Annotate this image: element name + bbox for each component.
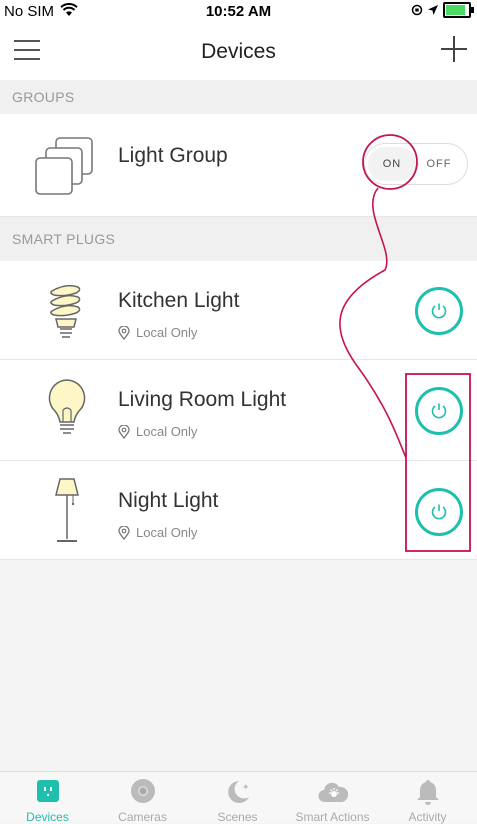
power-icon: [431, 504, 447, 520]
tab-smart-actions[interactable]: Smart Actions: [285, 772, 380, 824]
tab-bar: Devices Cameras ✦ Scenes Smart Actions A…: [0, 771, 477, 824]
device-row-living-room-light[interactable]: Living Room Light Local Only: [0, 360, 477, 461]
section-header-groups: GROUPS: [0, 80, 477, 114]
device-location-label: Local Only: [136, 424, 198, 439]
section-header-smart-plugs: SMART PLUGS: [0, 217, 477, 261]
bulb-icon: [48, 379, 86, 434]
power-icon: [431, 303, 447, 319]
svg-text:✦: ✦: [242, 783, 250, 793]
group-name: Light Group: [118, 144, 228, 167]
location-pin-icon: [118, 424, 130, 439]
power-button-living-room-light[interactable]: [415, 387, 463, 435]
tab-activity[interactable]: Activity: [380, 772, 475, 824]
orientation-lock-icon: [411, 4, 423, 16]
device-name: Living Room Light: [118, 388, 287, 411]
device-name: Kitchen Light: [118, 289, 240, 312]
device-location-label: Local Only: [136, 325, 198, 340]
camera-icon: [131, 779, 155, 803]
cloud-icon: [318, 782, 348, 803]
status-time: 10:52 AM: [205, 3, 272, 20]
device-location: Local Only: [118, 424, 197, 439]
device-location-label: Local Only: [136, 525, 198, 540]
group-on-off-toggle[interactable]: ON OFF: [364, 143, 468, 185]
floor-lamp-icon: [55, 478, 79, 542]
plug-icon: [37, 780, 59, 802]
page-title: Devices: [201, 40, 276, 63]
status-bar: No SIM 10:52 AM: [0, 0, 477, 22]
tab-devices[interactable]: Devices: [0, 772, 95, 824]
group-icon: [35, 137, 93, 195]
location-arrow-icon: [428, 5, 438, 15]
device-location: Local Only: [118, 525, 197, 540]
device-name: Night Light: [118, 489, 219, 512]
location-pin-icon: [118, 525, 130, 540]
tab-scenes[interactable]: ✦ Scenes: [190, 772, 285, 824]
toggle-off-option[interactable]: OFF: [417, 147, 461, 181]
group-row-light-group[interactable]: Light Group ON OFF: [0, 114, 477, 217]
tab-cameras[interactable]: Cameras: [95, 772, 190, 824]
device-row-night-light[interactable]: Night Light Local Only: [0, 461, 477, 560]
power-button-kitchen-light[interactable]: [415, 287, 463, 335]
moon-icon: ✦: [228, 781, 250, 803]
power-icon: [431, 403, 447, 419]
device-location: Local Only: [118, 325, 197, 340]
battery-icon: [443, 2, 474, 18]
nav-bar: Devices: [0, 22, 477, 81]
power-button-night-light[interactable]: [415, 488, 463, 536]
bell-icon: [417, 780, 439, 805]
device-row-kitchen-light[interactable]: Kitchen Light Local Only: [0, 261, 477, 360]
location-pin-icon: [118, 325, 130, 340]
toggle-on-option[interactable]: ON: [368, 147, 416, 181]
cfl-bulb-icon: [50, 284, 81, 338]
add-device-icon[interactable]: [441, 36, 467, 62]
